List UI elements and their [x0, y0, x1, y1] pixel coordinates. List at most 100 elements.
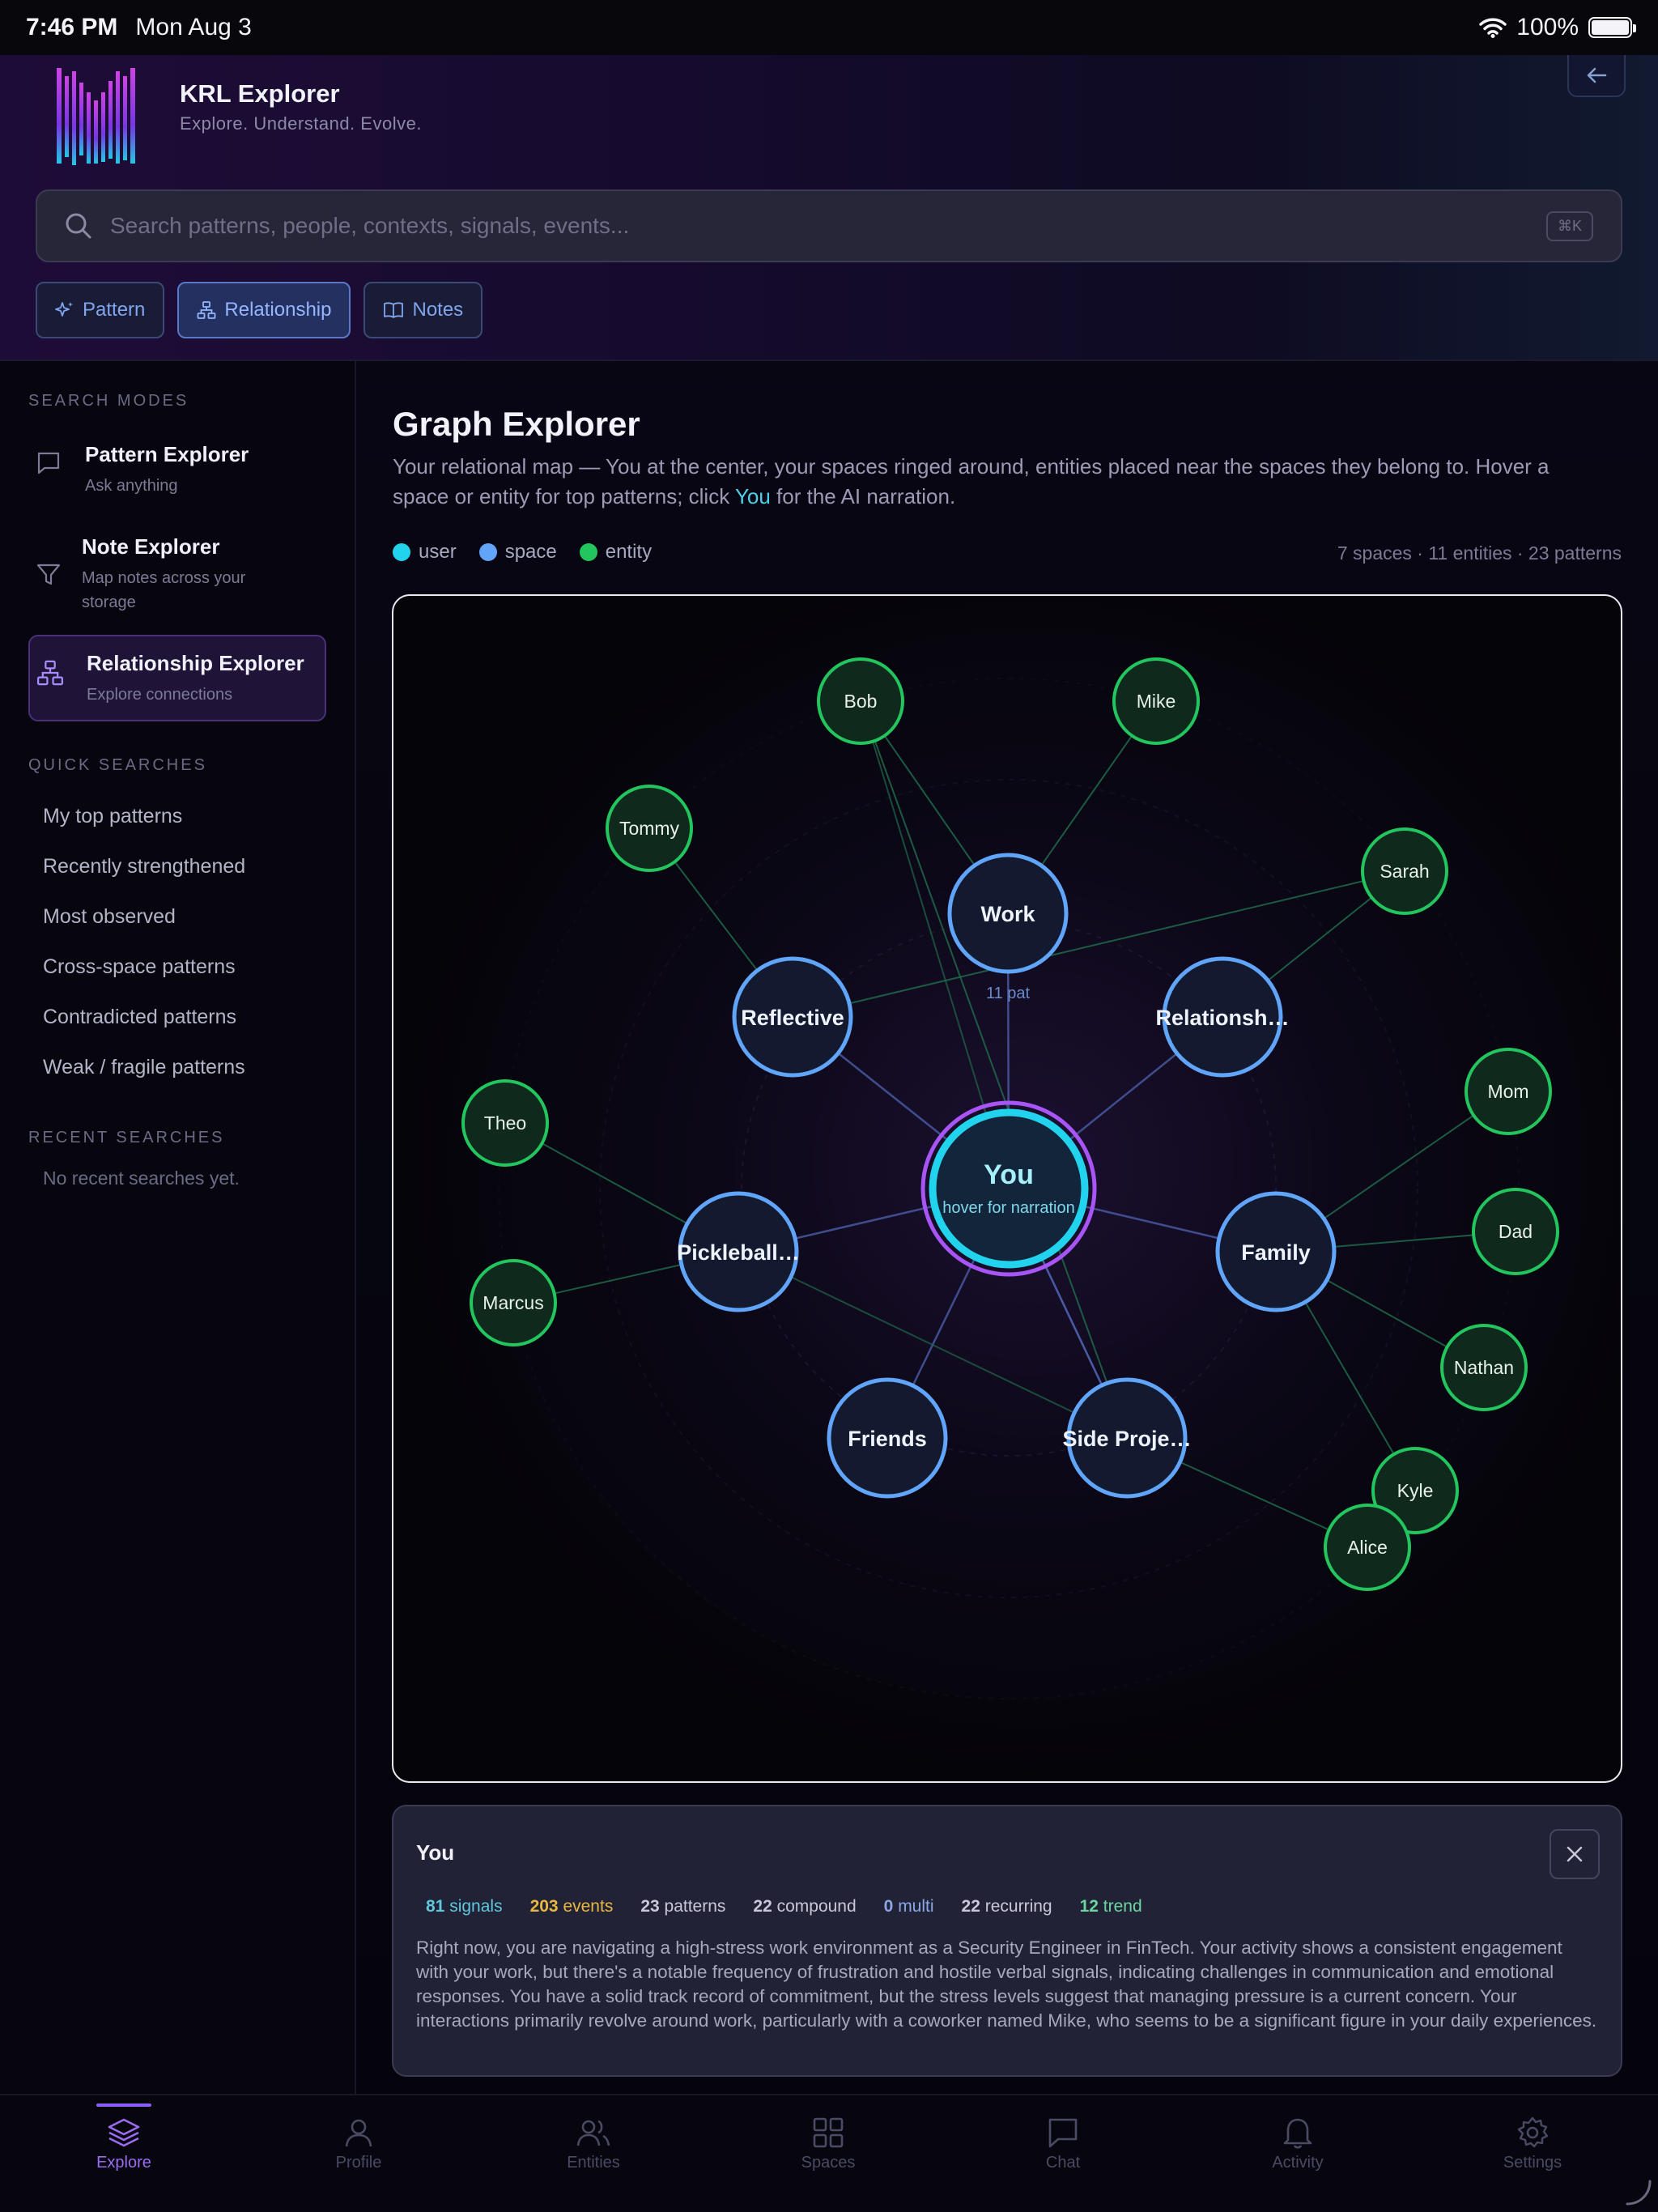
- space-node-label: Work: [980, 902, 1035, 926]
- entity-node-alice[interactable]: Alice: [1324, 1504, 1411, 1591]
- legend-item-space: space: [478, 541, 557, 564]
- tab-activity[interactable]: Activity: [1225, 2095, 1371, 2172]
- space-node-5[interactable]: Pickleball…: [677, 1191, 800, 1312]
- legend-dot: [579, 543, 597, 561]
- chip-relationship[interactable]: Relationship: [177, 282, 351, 338]
- sidebar-mode-pattern-explorer[interactable]: Pattern Explorer Ask anything: [28, 442, 326, 498]
- tab-chat[interactable]: Chat: [990, 2095, 1136, 2172]
- filter-icon: [36, 564, 61, 585]
- back-button[interactable]: [1567, 55, 1626, 97]
- app-root: 7:46 PM Mon Aug 3 100% KRL Explorer Expl…: [0, 0, 1658, 2212]
- page-title: Graph Explorer: [393, 405, 640, 443]
- user-node-hint: hover for narration: [942, 1199, 1074, 1217]
- chat-bubble-icon: [1048, 2118, 1078, 2148]
- entity-node-nathan[interactable]: Nathan: [1440, 1324, 1528, 1411]
- user-icon: [345, 2119, 372, 2147]
- quick-search-item[interactable]: Weak / fragile patterns: [43, 1056, 245, 1079]
- status-right: 100%: [1479, 14, 1636, 41]
- chip-pattern-label: Pattern: [83, 299, 146, 321]
- app-subtitle: Explore. Understand. Evolve.: [180, 113, 422, 134]
- search-icon: [66, 213, 91, 239]
- space-node-4[interactable]: Friends: [827, 1377, 948, 1499]
- sidebar-mode-note-explorer[interactable]: Note Explorer Map notes across your stor…: [28, 534, 326, 615]
- entity-node-label: Mom: [1487, 1081, 1528, 1102]
- entity-node-marcus[interactable]: Marcus: [470, 1259, 557, 1346]
- node-detail-panel: You 81 signals 203 events 23 patterns 22 co…: [392, 1805, 1622, 2077]
- detail-title: You: [416, 1840, 455, 1865]
- entity-node-label: Tommy: [619, 818, 680, 839]
- quick-search-item[interactable]: Most observed: [43, 905, 176, 929]
- mode-subtitle: Ask anything: [85, 477, 178, 495]
- quick-search-item[interactable]: My top patterns: [43, 805, 182, 828]
- wifi-icon: [1479, 18, 1507, 38]
- entity-node-theo[interactable]: Theo: [461, 1079, 549, 1167]
- status-date: Mon Aug 3: [135, 14, 252, 40]
- entity-node-label: Sarah: [1380, 861, 1429, 882]
- tab-settings[interactable]: Settings: [1460, 2095, 1605, 2172]
- space-node-label: Pickleball…: [677, 1240, 800, 1265]
- quick-search-item[interactable]: Cross-space patterns: [43, 955, 236, 979]
- search-input[interactable]: [110, 213, 1546, 239]
- users-icon: [576, 2120, 610, 2146]
- chip-notes-label: Notes: [412, 299, 464, 321]
- legend-dot: [393, 543, 410, 561]
- tab-label: Settings: [1503, 2154, 1562, 2172]
- description-you-link[interactable]: You: [735, 484, 771, 508]
- tab-spaces[interactable]: Spaces: [755, 2095, 901, 2172]
- recent-searches-heading: RECENT SEARCHES: [28, 1129, 225, 1146]
- search-bar[interactable]: ⌘K: [36, 189, 1622, 262]
- page-description: Your relational map — You at the center,…: [393, 452, 1591, 512]
- entity-node-mom[interactable]: Mom: [1465, 1048, 1552, 1135]
- layers-icon: [108, 2118, 140, 2147]
- entity-node-label: Alice: [1347, 1537, 1388, 1558]
- mode-subtitle: Map notes across your storage: [82, 569, 246, 611]
- space-node-3[interactable]: Side Proje…: [1062, 1377, 1192, 1499]
- graph-canvas[interactable]: Bob Mike Tommy Sarah Theo Mom Dad Marcus Nathan K…: [393, 596, 1622, 1783]
- chip-pattern[interactable]: Pattern: [36, 282, 165, 338]
- space-node-label: Family: [1241, 1240, 1311, 1265]
- legend-item-entity: entity: [579, 541, 652, 564]
- battery-percent: 100%: [1516, 14, 1579, 40]
- quick-search-item[interactable]: Contradicted patterns: [43, 1006, 236, 1029]
- entity-node-label: Bob: [844, 691, 878, 712]
- app-header: KRL Explorer Explore. Understand. Evolve…: [0, 55, 1658, 361]
- entity-node-bob[interactable]: Bob: [817, 657, 904, 745]
- arrow-left-icon: [1587, 67, 1607, 83]
- entity-node-tommy[interactable]: Tommy: [606, 785, 693, 872]
- tab-label: Activity: [1272, 2154, 1324, 2172]
- sidebar-mode-relationship-explorer[interactable]: Relationship Explorer Explore connection…: [28, 635, 326, 721]
- space-node-6[interactable]: Reflective: [732, 956, 853, 1078]
- user-node[interactable]: You hover for narration: [920, 1100, 1097, 1277]
- mode-title: Note Explorer: [82, 534, 220, 559]
- tab-profile[interactable]: Profile: [286, 2095, 432, 2172]
- close-button[interactable]: [1550, 1829, 1600, 1879]
- network-icon: [36, 660, 64, 686]
- mode-subtitle: Explore connections: [87, 686, 233, 704]
- entity-node-sarah[interactable]: Sarah: [1361, 827, 1448, 915]
- chip-relationship-label: Relationship: [224, 299, 332, 321]
- edge-entity-space: [860, 700, 1128, 1439]
- space-node-label: Relationsh…: [1155, 1006, 1289, 1030]
- entity-node-mike[interactable]: Mike: [1112, 657, 1200, 745]
- space-node-2[interactable]: Family: [1215, 1191, 1337, 1312]
- tab-explore[interactable]: Explore: [51, 2095, 197, 2172]
- stat-signals: 81 signals: [426, 1897, 503, 1916]
- legend-item-user: user: [393, 541, 457, 564]
- tab-entities[interactable]: Entities: [521, 2095, 666, 2172]
- space-node-1[interactable]: Relationsh…: [1155, 956, 1290, 1078]
- tab-label: Chat: [1045, 2154, 1081, 2172]
- close-icon: [1567, 1846, 1583, 1862]
- bottom-tab-bar: Explore Profile Entities Spaces Chat Act…: [0, 2094, 1658, 2212]
- graph-counts: 7 spaces · 11 entities · 23 patterns: [1337, 542, 1622, 564]
- space-node-label: Friends: [848, 1427, 927, 1451]
- relationship-graph[interactable]: Bob Mike Tommy Sarah Theo Mom Dad Marcus Nathan K…: [392, 594, 1622, 1783]
- quick-search-item[interactable]: Recently strengthened: [43, 855, 245, 878]
- chat-bubble-icon: [37, 452, 60, 474]
- status-bar: 7:46 PM Mon Aug 3 100%: [0, 0, 1658, 55]
- stat-patterns: 23 patterns: [640, 1897, 726, 1916]
- space-node-label: Reflective: [741, 1006, 844, 1030]
- chip-notes[interactable]: Notes: [363, 282, 483, 338]
- stat-multi: 0 multi: [883, 1897, 934, 1916]
- search-mode-chips: Pattern Relationship Notes: [36, 282, 483, 338]
- entity-node-dad[interactable]: Dad: [1472, 1188, 1559, 1275]
